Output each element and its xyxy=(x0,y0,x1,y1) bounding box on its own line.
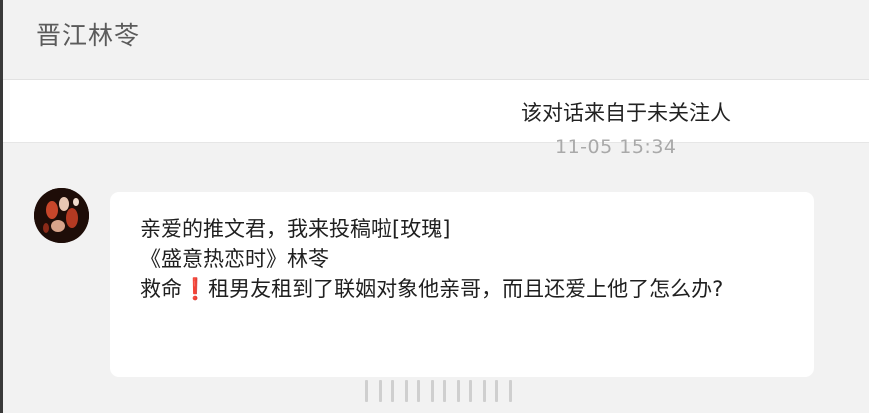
message-line-1: 亲爱的推文君，我来投稿啦[玫瑰] xyxy=(140,217,451,241)
blur-mark xyxy=(379,380,382,402)
blur-mark xyxy=(457,380,460,402)
blur-mark xyxy=(495,380,498,402)
blur-mark xyxy=(431,380,434,402)
stranger-notice-bar: 该对话来自于未关注人 xyxy=(3,80,869,143)
chat-header: 晋江林苓 xyxy=(3,0,869,80)
blur-mark xyxy=(417,380,420,402)
blur-mark xyxy=(483,380,486,402)
blurred-footer-content xyxy=(365,378,525,404)
blur-mark xyxy=(365,380,368,402)
exclamation-icon: ❗ xyxy=(182,277,209,301)
blur-mark xyxy=(469,380,472,402)
stranger-notice-text: 该对话来自于未关注人 xyxy=(521,101,731,125)
blur-mark xyxy=(509,380,512,402)
message-text: 亲爱的推文君，我来投稿啦[玫瑰] 《盛意热恋时》林苓 救命❗租男友租到了联姻对象… xyxy=(140,214,792,304)
sender-avatar[interactable] xyxy=(34,188,89,243)
avatar-image xyxy=(34,188,89,243)
blur-mark xyxy=(405,380,408,402)
blur-mark xyxy=(391,380,394,402)
message-bubble[interactable]: 亲爱的推文君，我来投稿啦[玫瑰] 《盛意热恋时》林苓 救命❗租男友租到了联姻对象… xyxy=(110,192,814,377)
blur-mark xyxy=(443,380,446,402)
message-line-3-end: 租男友租到了联姻对象他亲哥，而且还爱上他了怎么办? xyxy=(208,277,724,301)
message-line-3-start: 救命 xyxy=(140,277,182,301)
message-line-2: 《盛意热恋时》林苓 xyxy=(140,247,329,271)
message-timestamp: 11-05 15:34 xyxy=(555,136,677,158)
chat-title: 晋江林苓 xyxy=(36,21,141,50)
message-line-3: 救命❗租男友租到了联姻对象他亲哥，而且还爱上他了怎么办? xyxy=(140,274,792,304)
